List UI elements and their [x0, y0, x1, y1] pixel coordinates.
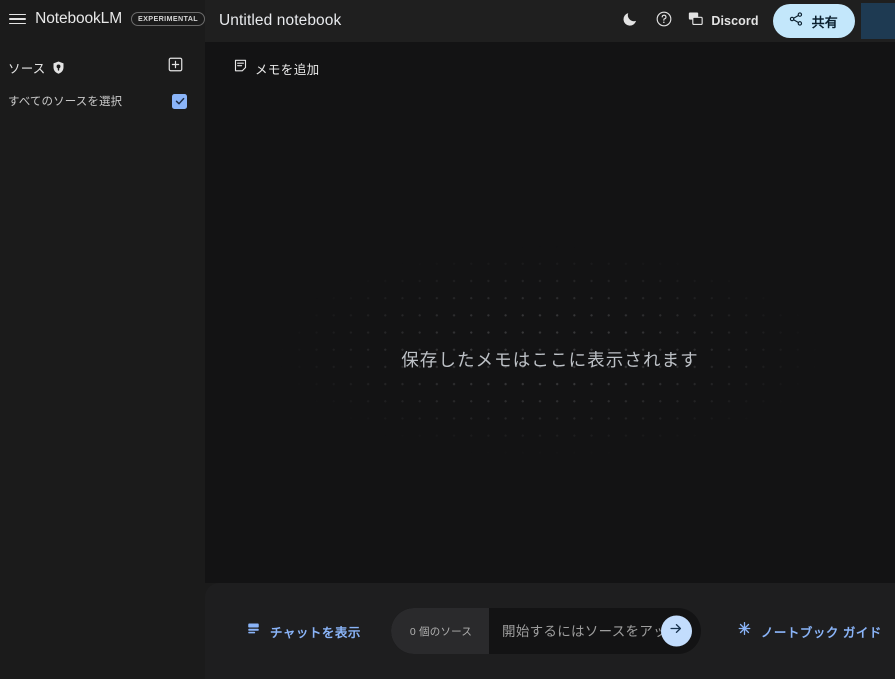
question-mark-circle-icon [655, 10, 673, 33]
brand-bar: NotebookLM EXPERIMENTAL [0, 0, 205, 38]
share-nodes-icon [788, 11, 804, 32]
notebook-guide-button[interactable]: ノートブック ガイド [737, 621, 882, 641]
empty-state-text: 保存したメモはここに表示されます [401, 350, 699, 370]
app-name: NotebookLM [35, 10, 123, 27]
page-title[interactable]: Untitled notebook [219, 12, 341, 30]
notebooklm-app: NotebookLM EXPERIMENTAL Untitled noteboo… [0, 0, 895, 679]
hamburger-menu-icon[interactable] [9, 10, 27, 29]
checkmark-icon [175, 97, 184, 105]
select-all-checkbox[interactable] [172, 93, 187, 109]
sources-sidebar: ソース すべてのソースを選択 [0, 38, 196, 679]
sparkle-icon [737, 621, 752, 641]
notebook-guide-label: ノートブック ガイド [760, 625, 882, 640]
source-count-chip[interactable]: 0 個のソース [390, 608, 490, 654]
add-source-button[interactable] [162, 54, 188, 80]
notes-panel: メモを追加 保存したメモはここに表示されます [205, 42, 895, 583]
show-chat-label: チャットを表示 [270, 625, 361, 640]
shield-badge-icon [51, 60, 66, 75]
discord-chat-icon [687, 10, 704, 32]
sources-title: ソース [8, 61, 46, 76]
show-chat-button[interactable]: チャットを表示 [246, 621, 361, 641]
note-add-icon [233, 58, 248, 78]
bottom-action-bar: チャットを表示 0 個のソース ノートブック ガイド [205, 583, 895, 679]
add-note-button[interactable]: メモを追加 [233, 58, 320, 78]
moon-icon [621, 10, 639, 33]
dot-grid-background [205, 232, 895, 472]
avatar[interactable] [861, 3, 895, 39]
experimental-badge: EXPERIMENTAL [131, 11, 205, 27]
add-note-label: メモを追加 [255, 62, 320, 77]
chat-composer: 0 個のソース [390, 608, 701, 654]
discord-button[interactable]: Discord [681, 4, 766, 38]
chat-panel-icon [246, 621, 261, 641]
theme-toggle-button[interactable] [613, 4, 647, 38]
source-count-label: 0 個のソース [409, 625, 473, 638]
share-label: 共有 [811, 14, 838, 30]
notebook-header: Untitled notebook Discord 共有 [205, 0, 895, 42]
help-button[interactable] [647, 4, 681, 38]
share-button[interactable]: 共有 [772, 4, 855, 38]
sources-header: ソース [0, 50, 196, 84]
add-box-icon [167, 56, 184, 78]
discord-label: Discord [711, 14, 759, 28]
header-actions: Discord 共有 [613, 0, 895, 42]
send-button[interactable] [660, 615, 692, 647]
select-all-label: すべてのソースを選択 [8, 96, 123, 108]
arrow-right-icon [668, 621, 684, 642]
select-all-sources-row[interactable]: すべてのソースを選択 [0, 86, 196, 116]
